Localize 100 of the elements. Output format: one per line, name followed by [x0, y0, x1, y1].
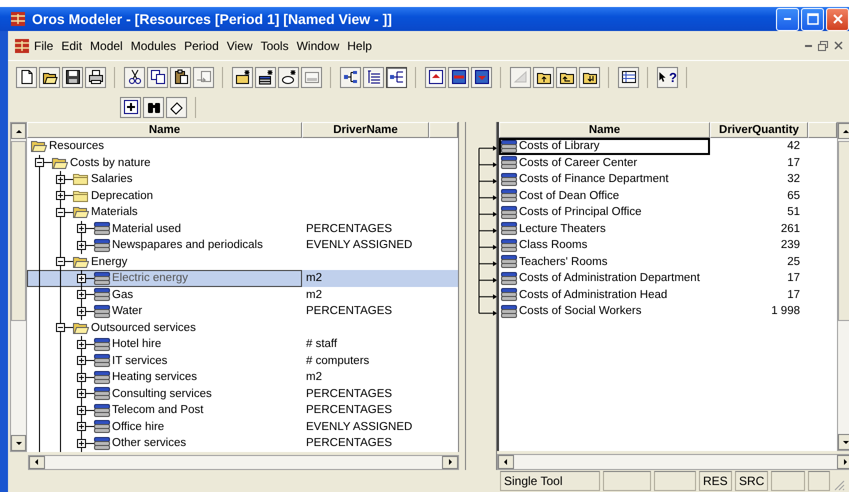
tree-horizontal-button[interactable]: [340, 66, 361, 88]
collapse-button[interactable]: [56, 257, 65, 266]
list-item[interactable]: Costs of Social Workers: [499, 303, 710, 320]
save-button[interactable]: [62, 66, 83, 88]
tree-row[interactable]: Telecom and Post PERCENTAGES: [27, 402, 458, 418]
expand-button[interactable]: [77, 240, 86, 250]
folder-up-button[interactable]: [533, 66, 554, 88]
menu-item[interactable]: Window: [292, 38, 344, 52]
copy-button[interactable]: [147, 66, 168, 88]
menu-item[interactable]: File: [30, 38, 58, 52]
scroll-up-button[interactable]: [838, 123, 849, 139]
tree-row[interactable]: Outsourced services: [27, 320, 458, 336]
paste-button[interactable]: [170, 66, 191, 88]
list-item[interactable]: Class Rooms: [499, 237, 710, 254]
tree-list-button[interactable]: [363, 66, 384, 88]
move-up-button[interactable]: [425, 66, 446, 88]
minimize-button[interactable]: [776, 8, 799, 30]
expand-button[interactable]: [56, 174, 65, 184]
menu-item[interactable]: Tools: [256, 38, 293, 52]
list-item[interactable]: Costs of Principal Office: [499, 204, 710, 220]
horizontal-scrollbar[interactable]: [497, 454, 849, 470]
expand-button[interactable]: [77, 406, 86, 415]
scroll-right-button[interactable]: [837, 455, 849, 469]
tree-row[interactable]: Materials: [27, 204, 458, 220]
tree-row[interactable]: Heating services m2: [27, 369, 458, 386]
list-item[interactable]: Costs of Finance Department: [499, 171, 710, 188]
maximize-button[interactable]: [801, 8, 824, 30]
expand-button[interactable]: [77, 356, 86, 366]
collapse-button[interactable]: [56, 208, 65, 217]
tree-row[interactable]: Water PERCENTAGES: [27, 303, 458, 320]
expand-button[interactable]: [77, 389, 86, 398]
tree-row[interactable]: Salaries: [27, 171, 458, 188]
move-both-button[interactable]: [448, 66, 469, 88]
new-folder-button[interactable]: [232, 66, 253, 88]
eraser-button[interactable]: [166, 96, 187, 118]
menu-item[interactable]: Model: [86, 38, 127, 52]
expand-button[interactable]: [77, 274, 86, 283]
scroll-right-button[interactable]: [442, 456, 458, 469]
list-item[interactable]: Teachers' Rooms: [499, 254, 710, 270]
column-header[interactable]: DriverQuantity: [710, 122, 808, 138]
vertical-scrollbar[interactable]: [10, 122, 27, 452]
collapse-button[interactable]: [35, 158, 44, 168]
new-item-button[interactable]: [278, 66, 299, 88]
folder-return-button[interactable]: [556, 66, 577, 88]
list-item[interactable]: Lecture Theaters: [499, 220, 710, 237]
expand-button[interactable]: [77, 306, 86, 316]
menu-item[interactable]: Modules: [126, 38, 180, 52]
scroll-left-button[interactable]: [29, 456, 45, 469]
tree-row[interactable]: Consulting services PERCENTAGES: [27, 386, 458, 402]
scroll-down-button[interactable]: [838, 434, 849, 450]
list-item[interactable]: Cost of Dean Office: [499, 188, 710, 204]
horizontal-scrollbar[interactable]: [28, 454, 459, 470]
list-item[interactable]: Costs of Career Center: [499, 154, 710, 171]
menu-item[interactable]: View: [222, 38, 257, 52]
tree-row[interactable]: Other services PERCENTAGES: [27, 435, 458, 452]
menu-item[interactable]: Period: [180, 38, 223, 52]
column-header[interactable]: DriverName: [302, 122, 429, 138]
scroll-down-button[interactable]: [11, 434, 26, 450]
list-item[interactable]: Costs of Library: [499, 138, 710, 154]
list-item[interactable]: Costs of Administration Head: [499, 286, 710, 303]
column-header[interactable]: [429, 122, 458, 138]
expand-button[interactable]: [77, 438, 86, 448]
expand-button[interactable]: [77, 340, 86, 349]
tree-row[interactable]: Hotel hire # staff: [27, 336, 458, 352]
collapse-button[interactable]: [56, 323, 65, 332]
tree-vertical-button[interactable]: [386, 66, 407, 88]
scroll-left-button[interactable]: [498, 455, 514, 469]
tree-row[interactable]: Energy: [27, 254, 458, 270]
tree-row[interactable]: Deprecation: [27, 188, 458, 204]
new-resource-button[interactable]: [255, 66, 276, 88]
expand-button[interactable]: [77, 372, 86, 382]
expand-all-button[interactable]: [120, 96, 141, 118]
folder-down-button[interactable]: [579, 66, 600, 88]
table-button[interactable]: [618, 66, 639, 88]
expand-button[interactable]: [77, 224, 86, 234]
expand-button[interactable]: [56, 191, 65, 200]
tree-row[interactable]: Gas m2: [27, 286, 458, 303]
open-button[interactable]: [39, 66, 60, 88]
list-item[interactable]: Costs of Administration Department: [499, 270, 710, 286]
tree-row[interactable]: Resources: [27, 138, 458, 154]
tree-row[interactable]: Costs by nature: [27, 154, 458, 171]
column-header[interactable]: Name: [27, 122, 302, 138]
move-down-button[interactable]: [471, 66, 492, 88]
tree-row[interactable]: IT services # computers: [27, 352, 458, 369]
find-button[interactable]: [143, 96, 164, 118]
tree-row[interactable]: Newspapares and periodicals EVENLY ASSIGNED: [27, 237, 458, 254]
scrollbar-thumb[interactable]: [11, 141, 26, 321]
menu-item[interactable]: Edit: [57, 38, 86, 52]
scroll-up-button[interactable]: [11, 123, 26, 139]
help-button[interactable]: ?: [657, 66, 678, 88]
cut-button[interactable]: [124, 66, 145, 88]
column-header[interactable]: [808, 122, 837, 138]
tree-row[interactable]: Office hire EVENLY ASSIGNED: [27, 418, 458, 435]
close-button[interactable]: [826, 8, 849, 30]
expand-button[interactable]: [77, 290, 86, 300]
new-button[interactable]: [16, 66, 37, 88]
print-button[interactable]: [85, 66, 106, 88]
scrollbar-thumb[interactable]: [838, 141, 849, 321]
vertical-scrollbar[interactable]: [837, 122, 849, 452]
column-header[interactable]: Name: [499, 122, 710, 138]
